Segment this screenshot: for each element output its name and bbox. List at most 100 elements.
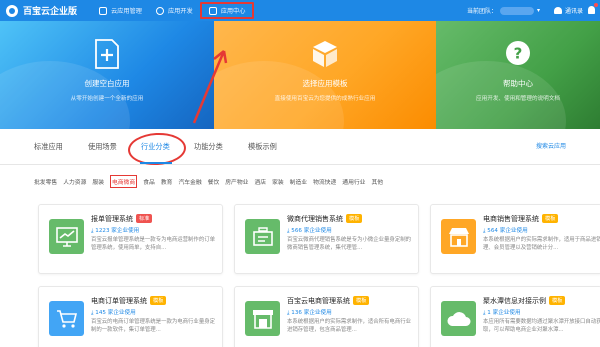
active-tab-indicator [140,162,172,164]
notification-badge [594,3,598,7]
usage-count: ⤓ 564 家企业使用 [483,228,528,234]
usage-count: ⤓ 136 家企业使用 [287,310,332,316]
usage-count-text: 566 家企业使用 [291,228,332,234]
panel-description: 直接使用百宝云为您提供的成熟行业应用 [274,96,376,102]
shop-icon [252,309,273,329]
card-badge: 模板 [542,214,559,223]
usage-count-text: 145 家企业使用 [95,310,136,316]
app-card[interactable]: 报单管理系统 标准 ⤓ 1223 家企业使用 百宝云报单管理系统是一款专为电商运营… [38,204,223,274]
app-card[interactable]: 电商销售管理系统 模板 ⤓ 564 家企业使用 本系统根据用户的实际需求制作，适用… [430,204,600,274]
top-navigation-bar: 百宝云企业版 云应用管理 应用开发 应用中心 当前团队： ▾ 通讯录 [0,0,600,21]
search-cloud-apps-link[interactable]: 搜索云应用 [536,141,566,150]
monitor-icon [208,6,217,15]
card-icon-tile [245,219,280,254]
card-badge: 标准 [136,214,153,223]
category-item[interactable]: 通用行业 [342,177,365,186]
category-item[interactable]: 制造业 [290,177,307,186]
category-item[interactable]: 房产物业 [225,177,248,186]
cube-icon [313,41,337,67]
card-badge: 模板 [549,296,566,305]
card-title-text: 电商订单管理系统 [91,297,147,305]
nav-app-development[interactable]: 应用开发 [149,0,200,21]
card-icon-tile [245,301,280,336]
card-description: 百宝云的电商订单管理系统是一款为电商行业量身定制的一款软件，集订单管理... [91,319,215,333]
category-item-ecommerce[interactable]: 电商微商 [110,174,138,188]
category-item[interactable]: 批发零售 [34,177,57,186]
tab-template-examples[interactable]: 模板示例 [248,142,277,152]
category-item[interactable]: 家装 [272,177,284,186]
app-card[interactable]: 电商订单管理系统 模板 ⤓ 145 家企业使用 百宝云的电商订单管理系统是一款为电… [38,286,223,347]
nav-app-center[interactable]: 应用中心 [199,2,255,19]
category-item[interactable]: 服装 [92,177,104,186]
cart-icon [56,309,77,328]
category-filter: 批发零售 人力资源 服装 电商微商 食品 教育 汽车金融 餐饮 房产物业 酒店 … [34,174,389,188]
card-badge: 模板 [150,296,167,305]
card-description: 本应用所有需要数据均通过聚水潭开放接口自动获取，可以帮助电商企业对聚水潭... [483,319,600,333]
logo-text: 百宝云企业版 [23,7,78,17]
category-item[interactable]: 汽车金融 [178,177,201,186]
add-file-icon [95,39,119,69]
cloud-icon [446,311,470,326]
category-item[interactable]: 其他 [371,177,383,186]
card-title: 报单管理系统 标准 [91,214,153,224]
card-badge: 模板 [346,214,363,223]
nav-label: 应用中心 [220,8,246,15]
brand-logo[interactable]: 百宝云企业版 [0,4,92,17]
category-item[interactable]: 酒店 [254,177,266,186]
logo-icon [6,4,18,17]
usage-count-text: 564 家企业使用 [487,228,528,234]
app-card[interactable]: 微商代理销售系统 模板 ⤓ 566 家企业使用 百宝云微商代理销售系统是专为小微企… [234,204,419,274]
category-item[interactable]: 餐饮 [208,177,220,186]
panel-title: 帮助中心 [503,79,533,88]
panel-title: 选择应用模板 [302,79,348,88]
select-template-panel[interactable]: 选择应用模板 直接使用百宝云为您提供的成熟行业应用 [214,21,436,129]
app-card[interactable]: 百宝云电商管理系统 模板 ⤓ 136 家企业使用 本系统根据用户的实际需求制作，适… [234,286,419,347]
card-badge: 模板 [353,296,370,305]
app-card[interactable]: 聚水潭信息对接示例 模板 ⤓ 1 家企业使用 本应用所有需要数据均通过聚水潭开放接… [430,286,600,347]
card-title-text: 微商代理销售系统 [287,215,343,223]
card-description: 本系统根据用户的实际需求制作，适用于商品进销管理、会员管理以及营销统计分... [483,237,600,251]
action-banner: 创建空白应用 从零开始创建一个全新的应用 选择应用模板 直接使用百宝云为您提供的… [0,21,600,129]
team-selector[interactable]: 当前团队： ▾ [467,0,540,21]
card-title: 电商销售管理系统 模板 [483,214,559,224]
category-item[interactable]: 食品 [143,177,155,186]
bell-icon[interactable] [588,6,595,14]
card-icon-tile [49,219,84,254]
card-icon-tile [441,301,476,336]
cube-outline-icon [99,6,107,15]
usage-count: ⤓ 566 家企业使用 [287,228,332,234]
card-title-text: 电商销售管理系统 [483,215,539,223]
team-label: 当前团队： [466,8,497,15]
usage-count-text: 136 家企业使用 [291,310,332,316]
card-title: 百宝云电商管理系统 模板 [287,296,370,306]
svg-text:?: ? [514,45,523,63]
category-item[interactable]: 人力资源 [63,177,86,186]
contacts-link[interactable]: 通讯录 [553,0,583,21]
contacts-icon [553,7,562,14]
card-title-text: 聚水潭信息对接示例 [483,297,546,305]
tab-use-cases[interactable]: 使用场景 [88,142,117,152]
panel-description: 应用开发、使用和管理的说明文档 [476,96,560,102]
card-title: 微商代理销售系统 模板 [287,214,363,224]
nav-cloud-app-management[interactable]: 云应用管理 [92,0,149,21]
card-description: 本系统根据用户的实际需求制作，适合所有电商行业进销存管理，包含商品管理... [287,319,411,333]
card-title-text: 百宝云电商管理系统 [287,297,350,305]
help-center-panel[interactable]: ? 帮助中心 应用开发、使用和管理的说明文档 [436,21,600,129]
nav-label: 云应用管理 [111,8,142,15]
annotation-arrow [192,50,228,124]
card-description: 百宝云微商代理销售系统是专为小微企业量身定制的微商销售管理系统，集代理管... [287,237,411,251]
usage-count-text: 1223 家企业使用 [95,228,140,234]
usage-count: ⤓ 1 家企业使用 [483,310,521,316]
team-name-redacted[interactable] [499,6,534,15]
register-icon [252,226,273,246]
tab-standard-apps[interactable]: 标准应用 [34,142,63,152]
category-item[interactable]: 物流快递 [313,177,336,186]
tab-bar: 标准应用 使用场景 行业分类 功能分类 模板示例 搜索云应用 [0,129,600,167]
tab-function[interactable]: 功能分类 [194,142,223,152]
usage-count-text: 1 家企业使用 [487,310,521,316]
create-blank-app-panel[interactable]: 创建空白应用 从零开始创建一个全新的应用 [0,21,214,129]
card-description: 百宝云报单管理系统是一款专为电商运营制作的订单管理系统，使用简单，支持自... [91,237,215,251]
category-item[interactable]: 教育 [161,177,173,186]
chevron-down-icon: ▾ [536,7,540,14]
card-title: 电商订单管理系统 模板 [91,296,167,306]
